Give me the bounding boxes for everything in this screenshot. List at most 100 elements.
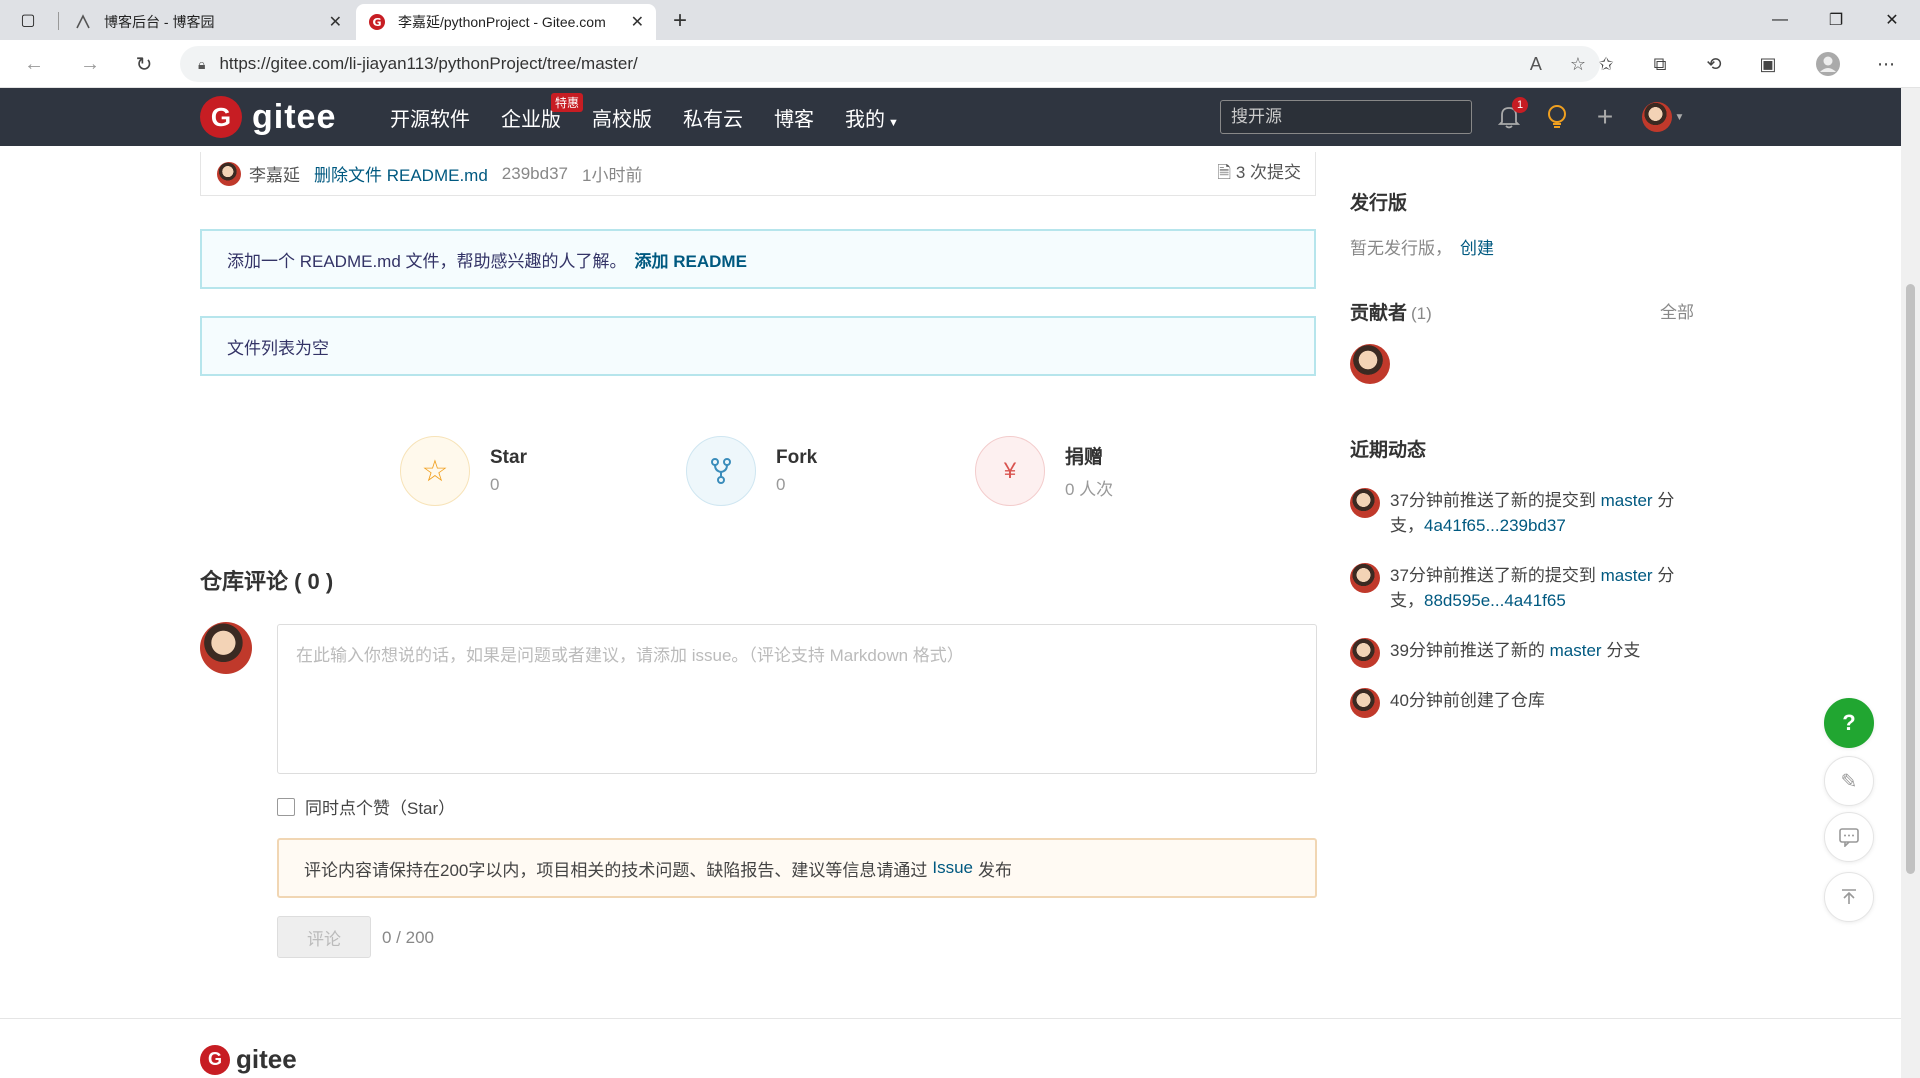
plus-icon[interactable]: +: [1590, 101, 1620, 132]
activity-title: 近期动态: [1350, 440, 1427, 461]
svg-text:G: G: [372, 16, 381, 29]
main-nav: 开源软件 企业版 特惠 高校版 私有云 博客 我的 ▼: [390, 88, 930, 146]
feedback-edit-icon[interactable]: ✎: [1824, 756, 1874, 806]
add-readme-link[interactable]: 添加 README: [635, 247, 747, 272]
nav-education[interactable]: 高校版: [592, 103, 652, 132]
star-icon: ☆: [400, 436, 470, 506]
branch-link[interactable]: master: [1550, 641, 1602, 660]
avatar: [200, 622, 252, 674]
gitee-favicon-icon: G: [368, 13, 386, 31]
comment-guideline-notice: 评论内容请保持在200字以内，项目相关的技术问题、缺陷报告、建议等信息请通过 I…: [277, 838, 1317, 898]
activity-item: 40分钟前创建了仓库: [1350, 688, 1690, 718]
document-icon: 🗎︎: [1217, 163, 1232, 182]
guideline-text: 评论内容请保持在200字以内，项目相关的技术问题、缺陷报告、建议等信息请通过: [304, 860, 928, 880]
nav-mine[interactable]: 我的 ▼: [845, 103, 899, 132]
search-input[interactable]: [1220, 100, 1472, 134]
branch-link[interactable]: master: [1601, 566, 1653, 585]
donate-stat[interactable]: ¥ 捐赠 0 人次: [975, 436, 1113, 506]
activity-text: 39分钟前推送了新的: [1390, 641, 1550, 660]
readme-notice: 添加一个 README.md 文件，帮助感兴趣的人了解。 添加 README: [200, 229, 1316, 289]
gitee-logo[interactable]: G gitee: [200, 96, 336, 138]
gitee-wordmark: gitee: [252, 97, 337, 136]
avatar[interactable]: [1350, 344, 1390, 384]
back-to-top-icon[interactable]: [1824, 872, 1874, 922]
activity-text: 37分钟前推送了新的提交到: [1390, 491, 1601, 510]
fork-icon: [686, 436, 756, 506]
tab-gitee[interactable]: G 李嘉延/pythonProject - Gitee.com ✕: [356, 4, 656, 40]
avatar[interactable]: [1350, 638, 1380, 668]
commit-range-link[interactable]: 88d595e...4a41f65: [1424, 591, 1566, 610]
profile-icon[interactable]: [1814, 52, 1842, 76]
collections-icon[interactable]: ⧉: [1646, 52, 1674, 76]
history-icon[interactable]: ⟲: [1700, 52, 1728, 76]
fork-stat[interactable]: Fork 0: [686, 436, 817, 506]
url-field[interactable]: 🔒︎ https://gitee.com/li-jiayan113/python…: [180, 46, 1600, 82]
submit-comment-button[interactable]: 评论: [277, 916, 371, 958]
back-icon[interactable]: ←: [18, 50, 50, 78]
activity-item: 37分钟前推送了新的提交到 master 分支，4a41f65...239bd3…: [1350, 488, 1690, 538]
forward-icon[interactable]: →: [74, 50, 106, 78]
star-checkbox-row[interactable]: 同时点个赞（Star）: [277, 794, 455, 819]
close-icon[interactable]: ✕: [631, 12, 644, 32]
restore-icon[interactable]: ❐: [1808, 0, 1864, 40]
activity-text: 分支: [1601, 641, 1641, 660]
tab-blog-admin[interactable]: 博客后台 - 博客园 ✕: [62, 4, 354, 40]
branch-link[interactable]: master: [1601, 491, 1653, 510]
tab-title: 李嘉延/pythonProject - Gitee.com: [398, 14, 606, 30]
avatar[interactable]: [217, 161, 241, 186]
nav-private-cloud[interactable]: 私有云: [683, 103, 743, 132]
window-close-icon[interactable]: ✕: [1864, 0, 1920, 40]
contributors-title-text: 贡献者: [1350, 303, 1408, 324]
page-scrollbar[interactable]: [1901, 88, 1920, 1078]
scrollbar-thumb[interactable]: [1906, 284, 1915, 874]
lightbulb-icon[interactable]: [1542, 102, 1572, 132]
nav-open-source[interactable]: 开源软件: [390, 103, 470, 132]
tab-actions-icon[interactable]: ▢: [0, 0, 56, 40]
footer-logo[interactable]: G gitee: [200, 1044, 297, 1075]
read-aloud-icon[interactable]: A: [1530, 54, 1542, 75]
contributors-count: (1): [1411, 304, 1432, 323]
star-checkbox[interactable]: [277, 797, 295, 816]
avatar[interactable]: [1350, 488, 1380, 518]
latest-commit-bar: 李嘉延 删除文件 README.md 239bd37 1小时前 🗎︎ 3 次提交: [200, 152, 1316, 196]
avatar[interactable]: [1350, 688, 1380, 718]
contributors-all-link[interactable]: 全部: [1660, 298, 1694, 323]
star-count: 0: [490, 475, 500, 494]
comment-textarea[interactable]: [277, 624, 1317, 774]
favorite-add-icon[interactable]: ☆: [1570, 54, 1586, 75]
message-icon[interactable]: [1824, 812, 1874, 862]
reload-icon[interactable]: ↻: [128, 50, 160, 78]
nav-blog[interactable]: 博客: [774, 103, 814, 132]
tab-separator: [58, 12, 59, 30]
help-button[interactable]: ?: [1824, 698, 1874, 748]
releases-title: 发行版: [1350, 193, 1408, 214]
activity-text: 40分钟前创建了仓库: [1390, 691, 1545, 710]
activity-text: 37分钟前推送了新的提交到: [1390, 566, 1601, 585]
commit-time: 1小时前: [581, 166, 643, 185]
minimize-icon[interactable]: —: [1752, 0, 1808, 40]
avatar[interactable]: [1350, 563, 1380, 593]
commit-sha[interactable]: 239bd37: [502, 164, 568, 184]
notification-badge: 1: [1512, 97, 1528, 113]
commit-count-link[interactable]: 🗎︎ 3 次提交: [1217, 158, 1301, 189]
star-stat[interactable]: ☆ Star 0: [400, 436, 527, 506]
chevron-down-icon: ▼: [888, 116, 899, 129]
favorites-icon[interactable]: ✩: [1592, 52, 1620, 76]
apps-icon[interactable]: ▣: [1754, 52, 1782, 76]
user-avatar-menu[interactable]: ▼: [1640, 102, 1686, 132]
commit-author[interactable]: 李嘉延: [249, 161, 300, 186]
fork-count: 0: [776, 475, 786, 494]
commit-message[interactable]: 删除文件 README.md: [314, 161, 488, 186]
nav-enterprise-label: 企业版: [501, 108, 561, 131]
repo-comments-title: 仓库评论 ( 0 ): [200, 569, 334, 594]
more-icon[interactable]: ⋯: [1872, 52, 1900, 76]
donate-label: 捐赠: [1065, 447, 1104, 468]
new-tab-icon[interactable]: +: [664, 8, 696, 36]
issue-link[interactable]: Issue: [932, 858, 973, 878]
nav-enterprise[interactable]: 企业版 特惠: [501, 92, 584, 132]
create-release-link[interactable]: 创建: [1460, 239, 1494, 258]
close-icon[interactable]: ✕: [329, 12, 342, 32]
tab-title: 博客后台 - 博客园: [104, 14, 215, 30]
footer-divider: [0, 1018, 1901, 1019]
commit-range-link[interactable]: 4a41f65...239bd37: [1424, 516, 1566, 535]
